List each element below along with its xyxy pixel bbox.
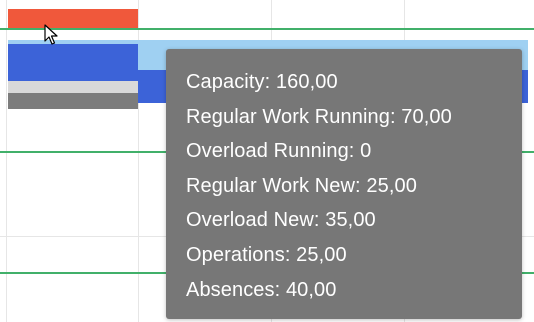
absences-bar[interactable]	[8, 93, 138, 109]
tooltip-overload-running: Overload Running: 0	[186, 140, 372, 163]
capacity-bar[interactable]	[8, 9, 138, 28]
tooltip-regular-work-running: Regular Work Running: 70,00	[186, 105, 452, 128]
bar-tooltip: Capacity: 160,00 Regular Work Running: 7…	[166, 49, 522, 319]
gantt-chart-area: Capacity: 160,00 Regular Work Running: 7…	[0, 0, 534, 322]
tooltip-operations: Operations: 25,00	[186, 243, 347, 266]
tooltip-capacity: Capacity: 160,00	[186, 71, 338, 93]
tooltip-regular-work-new: Regular Work New: 25,00	[186, 174, 417, 197]
bar-separator	[8, 81, 138, 93]
tooltip-overload-new: Overload New: 35,00	[186, 209, 376, 232]
tooltip-absences: Absences: 40,00	[186, 278, 337, 301]
green-row-line	[0, 28, 534, 30]
regular-work-running-bar[interactable]	[8, 44, 138, 81]
arrow-pointer-icon	[44, 24, 60, 46]
